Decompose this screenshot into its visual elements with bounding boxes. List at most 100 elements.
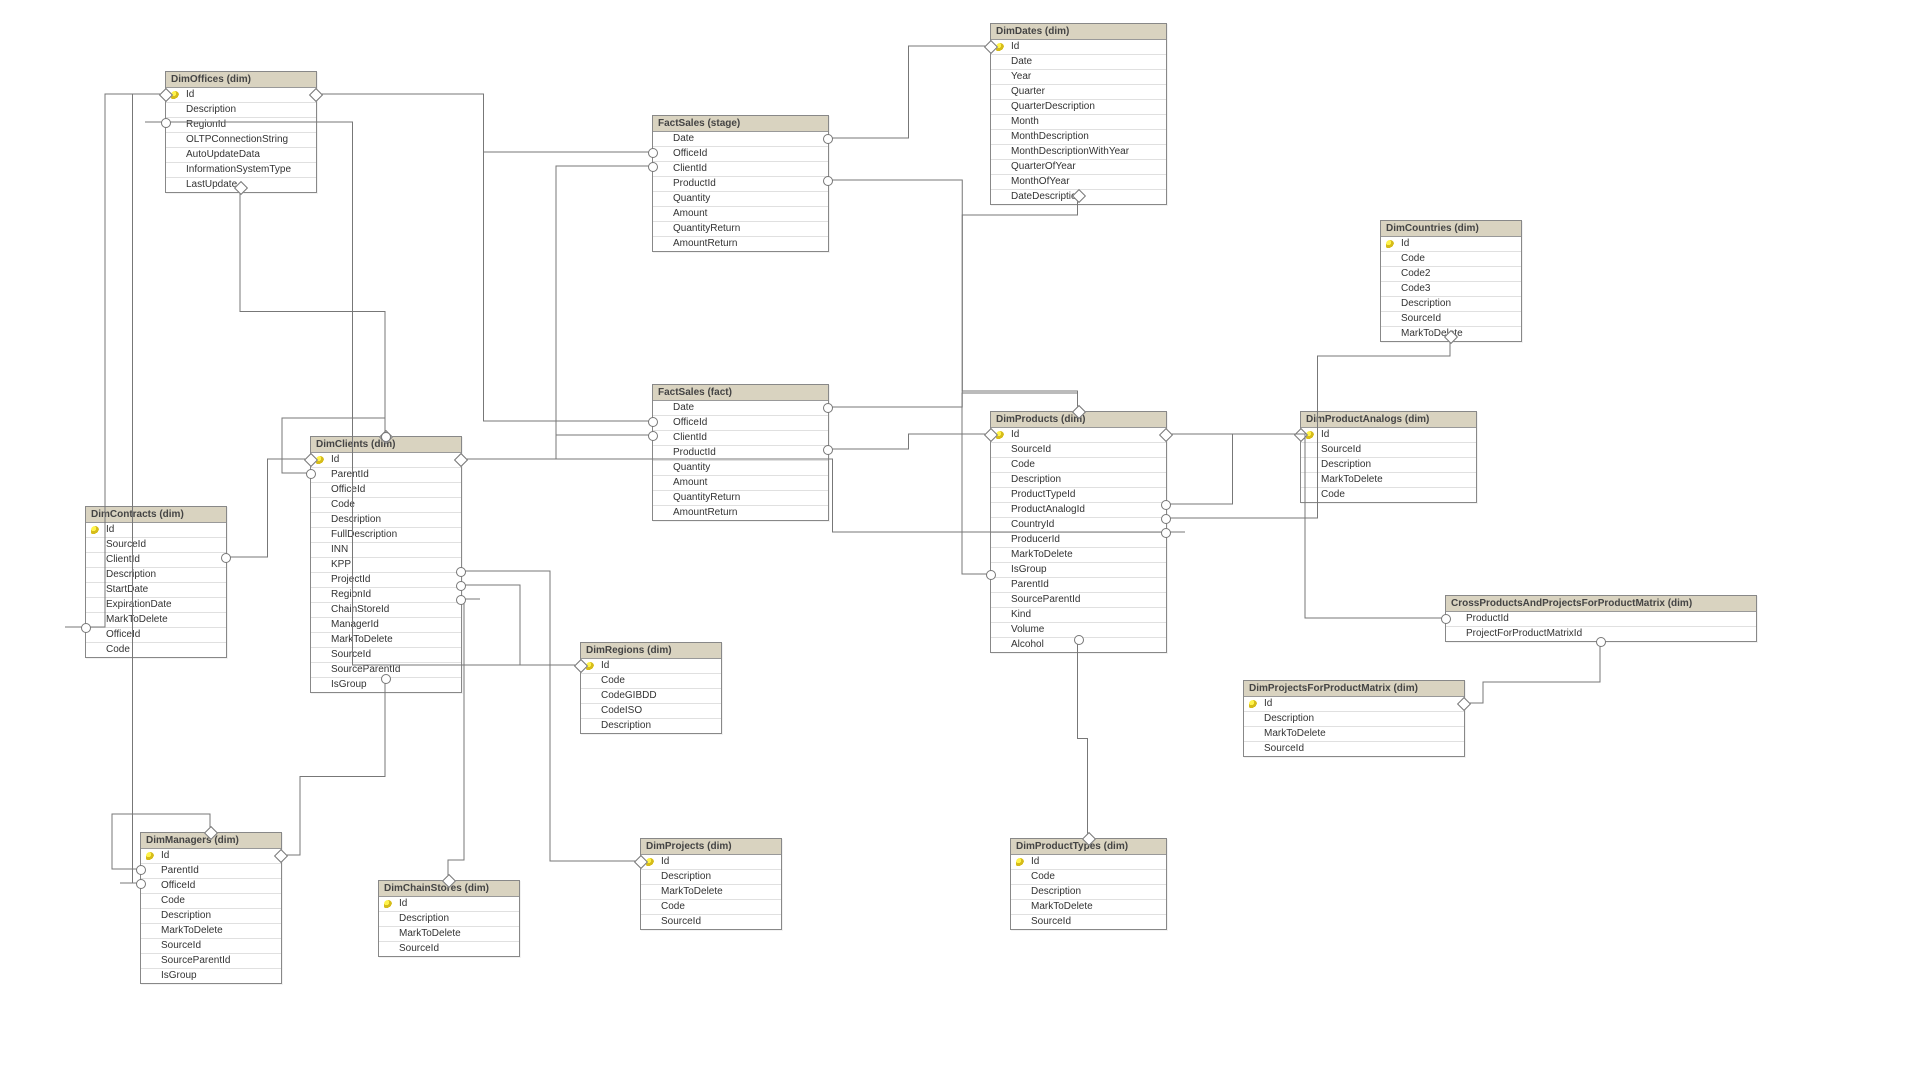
column-row[interactable]: MarkToDelete — [641, 885, 781, 900]
column-row[interactable]: InformationSystemType — [166, 163, 316, 178]
column-row[interactable]: CountryId — [991, 518, 1166, 533]
column-row[interactable]: SourceId — [141, 939, 281, 954]
column-row[interactable]: MonthDescriptionWithYear — [991, 145, 1166, 160]
column-row[interactable]: Description — [1301, 458, 1476, 473]
table-title[interactable]: DimProjects (dim) — [641, 839, 781, 855]
column-row[interactable]: Id — [991, 428, 1166, 443]
column-row[interactable]: ProductId — [653, 177, 828, 192]
table-DimManagers[interactable]: DimManagers (dim)IdParentIdOfficeIdCodeD… — [140, 832, 282, 984]
column-row[interactable]: MarkToDelete — [1301, 473, 1476, 488]
column-row[interactable]: Alcohol — [991, 638, 1166, 652]
column-row[interactable]: ProductId — [653, 446, 828, 461]
column-row[interactable]: OfficeId — [653, 147, 828, 162]
column-row[interactable]: SourceId — [1381, 312, 1521, 327]
column-row[interactable]: Id — [86, 523, 226, 538]
table-DimProjForMatrix[interactable]: DimProjectsForProductMatrix (dim)IdDescr… — [1243, 680, 1465, 757]
column-row[interactable]: AmountReturn — [653, 237, 828, 251]
column-row[interactable]: Volume — [991, 623, 1166, 638]
column-row[interactable]: Description — [166, 103, 316, 118]
table-FactSalesFact[interactable]: FactSales (fact)DateOfficeIdClientIdProd… — [652, 384, 829, 521]
table-title[interactable]: DimDates (dim) — [991, 24, 1166, 40]
column-row[interactable]: ClientId — [653, 162, 828, 177]
column-row[interactable]: INN — [311, 543, 461, 558]
column-row[interactable]: Id — [1011, 855, 1166, 870]
column-row[interactable]: OfficeId — [653, 416, 828, 431]
column-row[interactable]: Code — [991, 458, 1166, 473]
column-row[interactable]: Description — [379, 912, 519, 927]
column-row[interactable]: Id — [141, 849, 281, 864]
table-DimChainStores[interactable]: DimChainStores (dim)IdDescriptionMarkToD… — [378, 880, 520, 957]
column-row[interactable]: Kind — [991, 608, 1166, 623]
column-row[interactable]: MarkToDelete — [991, 548, 1166, 563]
column-row[interactable]: MonthDescription — [991, 130, 1166, 145]
column-row[interactable]: Date — [991, 55, 1166, 70]
column-row[interactable]: LastUpdate — [166, 178, 316, 192]
column-row[interactable]: ProductId — [1446, 612, 1756, 627]
column-row[interactable]: Description — [1381, 297, 1521, 312]
column-row[interactable]: MarkToDelete — [86, 613, 226, 628]
column-row[interactable]: Quantity — [653, 461, 828, 476]
table-title[interactable]: DimProducts (dim) — [991, 412, 1166, 428]
table-title[interactable]: DimProductTypes (dim) — [1011, 839, 1166, 855]
table-title[interactable]: DimRegions (dim) — [581, 643, 721, 659]
column-row[interactable]: StartDate — [86, 583, 226, 598]
column-row[interactable]: Description — [641, 870, 781, 885]
column-row[interactable]: OfficeId — [311, 483, 461, 498]
column-row[interactable]: ProductAnalogId — [991, 503, 1166, 518]
column-row[interactable]: IsGroup — [141, 969, 281, 983]
column-row[interactable]: DateDescription — [991, 190, 1166, 204]
table-DimProductTypes[interactable]: DimProductTypes (dim)IdCodeDescriptionMa… — [1010, 838, 1167, 930]
column-row[interactable]: Description — [581, 719, 721, 733]
table-CrossProd[interactable]: CrossProductsAndProjectsForProductMatrix… — [1445, 595, 1757, 642]
column-row[interactable]: Id — [1381, 237, 1521, 252]
column-row[interactable]: KPP — [311, 558, 461, 573]
column-row[interactable]: FullDescription — [311, 528, 461, 543]
table-DimProducts[interactable]: DimProducts (dim)IdSourceIdCodeDescripti… — [990, 411, 1167, 653]
column-row[interactable]: SourceId — [86, 538, 226, 553]
column-row[interactable]: ProjectId — [311, 573, 461, 588]
column-row[interactable]: AutoUpdateData — [166, 148, 316, 163]
column-row[interactable]: IsGroup — [311, 678, 461, 692]
column-row[interactable]: QuantityReturn — [653, 222, 828, 237]
column-row[interactable]: Code — [1381, 252, 1521, 267]
table-title[interactable]: FactSales (fact) — [653, 385, 828, 401]
column-row[interactable]: Amount — [653, 476, 828, 491]
table-title[interactable]: FactSales (stage) — [653, 116, 828, 132]
column-row[interactable]: Code — [1011, 870, 1166, 885]
column-row[interactable]: Code — [86, 643, 226, 657]
column-row[interactable]: Id — [1244, 697, 1464, 712]
table-DimClients[interactable]: DimClients (dim)IdParentIdOfficeIdCodeDe… — [310, 436, 462, 693]
column-row[interactable]: ExpirationDate — [86, 598, 226, 613]
table-FactSalesStage[interactable]: FactSales (stage)DateOfficeIdClientIdPro… — [652, 115, 829, 252]
column-row[interactable]: Amount — [653, 207, 828, 222]
column-row[interactable]: SourceId — [1011, 915, 1166, 929]
column-row[interactable]: RegionId — [311, 588, 461, 603]
column-row[interactable]: IsGroup — [991, 563, 1166, 578]
column-row[interactable]: SourceId — [379, 942, 519, 956]
column-row[interactable]: ParentId — [991, 578, 1166, 593]
column-row[interactable]: Description — [1011, 885, 1166, 900]
column-row[interactable]: Code2 — [1381, 267, 1521, 282]
column-row[interactable]: SourceId — [641, 915, 781, 929]
table-title[interactable]: DimProjectsForProductMatrix (dim) — [1244, 681, 1464, 697]
column-row[interactable]: SourceId — [991, 443, 1166, 458]
table-DimDates[interactable]: DimDates (dim)IdDateYearQuarterQuarterDe… — [990, 23, 1167, 205]
column-row[interactable]: OLTPConnectionString — [166, 133, 316, 148]
column-row[interactable]: Code — [1301, 488, 1476, 502]
column-row[interactable]: Id — [166, 88, 316, 103]
table-DimRegions[interactable]: DimRegions (dim)IdCodeCodeGIBDDCodeISODe… — [580, 642, 722, 734]
column-row[interactable]: SourceParentId — [991, 593, 1166, 608]
table-title[interactable]: DimOffices (dim) — [166, 72, 316, 88]
column-row[interactable]: Id — [311, 453, 461, 468]
column-row[interactable]: Year — [991, 70, 1166, 85]
column-row[interactable]: QuarterOfYear — [991, 160, 1166, 175]
column-row[interactable]: Code — [141, 894, 281, 909]
column-row[interactable]: Code3 — [1381, 282, 1521, 297]
column-row[interactable]: ParentId — [311, 468, 461, 483]
column-row[interactable]: MarkToDelete — [1244, 727, 1464, 742]
column-row[interactable]: SourceId — [1301, 443, 1476, 458]
column-row[interactable]: Description — [86, 568, 226, 583]
table-title[interactable]: DimChainStores (dim) — [379, 881, 519, 897]
column-row[interactable]: QuarterDescription — [991, 100, 1166, 115]
column-row[interactable]: Quarter — [991, 85, 1166, 100]
